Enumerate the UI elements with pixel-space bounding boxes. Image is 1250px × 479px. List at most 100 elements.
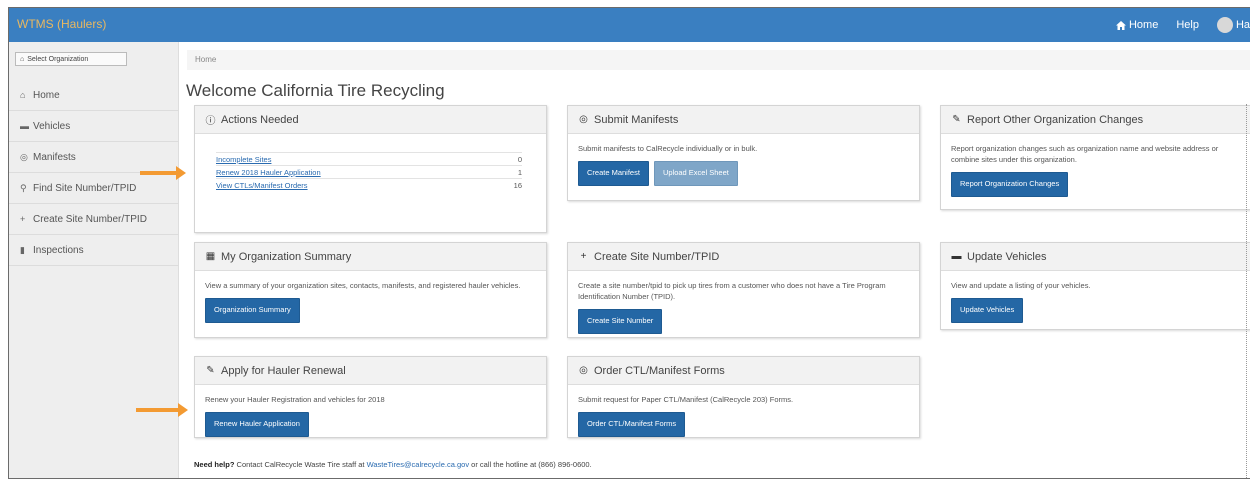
pencil-icon: ✎: [952, 114, 961, 125]
panel-title: Report Other Organization Changes: [967, 113, 1144, 126]
nav-home-label: Home: [1128, 19, 1159, 31]
panel-body: Incomplete Sites 0 Renew 2018 Hauler App…: [195, 134, 546, 191]
page-title: Welcome California Tire Recycling: [186, 81, 445, 100]
organization-summary-panel: ▦ My Organization Summary View a summary…: [194, 242, 547, 338]
manifest-icon: ◎: [579, 365, 588, 376]
panel-header: ◎ Order CTL/Manifest Forms: [568, 357, 919, 385]
browser-frame: WTMS (Haulers) Home Help Ha ⌂ Select Org…: [8, 7, 1250, 479]
user-name: Ha: [1235, 19, 1250, 31]
panel-body: Submit request for Paper CTL/Manifest (C…: [568, 385, 919, 437]
order-forms-button[interactable]: Order CTL/Manifest Forms: [578, 411, 686, 437]
panel-header: ⓘ Actions Needed: [195, 106, 546, 134]
count: 0: [517, 155, 522, 164]
help-text-1: Contact CalRecycle Waste Tire staff at: [234, 460, 367, 469]
actions-needed-panel: ⓘ Actions Needed Incomplete Sites 0 Rene…: [194, 105, 547, 233]
home-icon: ⌂: [20, 89, 26, 100]
sidebar-item-label: Inspections: [33, 244, 84, 256]
sidebar-item-find-site[interactable]: ⚲ Find Site Number/TPID: [9, 173, 179, 204]
panel-title: Create Site Number/TPID: [594, 250, 720, 263]
email-link[interactable]: WasteTires@calrecycle.ca.gov: [367, 460, 470, 469]
panel-header: ✎ Apply for Hauler Renewal: [195, 357, 546, 385]
panel-title: Update Vehicles: [967, 250, 1047, 263]
truck-icon: ▬: [951, 251, 962, 262]
list-item: Incomplete Sites 0: [216, 152, 522, 165]
submit-manifests-panel: ◎ Submit Manifests Submit manifests to C…: [567, 105, 920, 201]
renew-hauler-application-link[interactable]: Renew 2018 Hauler Application: [216, 166, 321, 178]
panel-description: View a summary of your organization site…: [205, 281, 521, 290]
edit-icon: ✎: [206, 365, 215, 376]
create-site-panel: + Create Site Number/TPID Create a site …: [567, 242, 920, 338]
update-vehicles-button[interactable]: Update Vehicles: [951, 297, 1024, 323]
clipboard-icon: ▮: [20, 244, 25, 255]
breadcrumb: Home: [187, 50, 1250, 70]
sidebar-item-inspections[interactable]: ▮ Inspections: [9, 235, 179, 266]
user-menu[interactable]: Ha: [1216, 17, 1250, 33]
home-icon: [1115, 20, 1126, 30]
building-icon: ▦: [205, 251, 216, 262]
sidebar-item-label: Find Site Number/TPID: [33, 182, 137, 194]
panel-header: ◎ Submit Manifests: [568, 106, 919, 134]
panel-description: Report organization changes such as orga…: [951, 144, 1219, 164]
list-item: View CTLs/Manifest Orders 16: [216, 178, 522, 191]
panel-title: Submit Manifests: [594, 113, 679, 126]
help-lead: Need help?: [194, 460, 235, 469]
breadcrumb-home[interactable]: Home: [195, 55, 216, 64]
renew-hauler-application-button[interactable]: Renew Hauler Application: [205, 411, 309, 437]
hauler-renewal-panel: ✎ Apply for Hauler Renewal Renew your Ha…: [194, 356, 547, 438]
update-vehicles-panel: ▬ Update Vehicles View and update a list…: [940, 242, 1250, 330]
panel-body: Create a site number/tpid to pick up tir…: [568, 271, 919, 334]
incomplete-sites-link[interactable]: Incomplete Sites: [216, 153, 271, 165]
building-icon: ⌂: [20, 55, 25, 63]
panel-description: Submit request for Paper CTL/Manifest (C…: [578, 395, 794, 404]
map-marker-icon: ⚲: [20, 182, 27, 193]
create-site-number-button[interactable]: Create Site Number: [578, 308, 663, 334]
annotation-arrow: [136, 403, 188, 417]
view-ctl-orders-link[interactable]: View CTLs/Manifest Orders: [216, 179, 308, 191]
sidebar-item-home[interactable]: ⌂ Home: [9, 80, 179, 111]
panel-description: View and update a listing of your vehicl…: [951, 281, 1091, 290]
count: 16: [513, 181, 522, 190]
panel-body: View and update a listing of your vehicl…: [941, 271, 1250, 323]
select-organization-button[interactable]: ⌂ Select Organization: [15, 52, 127, 66]
top-nav-links: Home Help Ha: [1115, 8, 1250, 42]
info-icon: ⓘ: [205, 116, 216, 127]
sidebar-item-label: Home: [33, 89, 60, 101]
panel-header: ✎ Report Other Organization Changes: [941, 106, 1250, 134]
truck-icon: ▬: [20, 120, 29, 131]
panel-description: Submit manifests to CalRecycle individua…: [578, 144, 758, 153]
sidebar-item-manifests[interactable]: ◎ Manifests: [9, 142, 179, 173]
nav-home-link[interactable]: Home: [1115, 19, 1159, 31]
panel-title: Apply for Hauler Renewal: [221, 364, 346, 377]
panel-body: Submit manifests to CalRecycle individua…: [568, 134, 919, 186]
manifest-icon: ◎: [20, 151, 28, 162]
report-changes-panel: ✎ Report Other Organization Changes Repo…: [940, 105, 1250, 210]
nav-help-link[interactable]: Help: [1176, 19, 1199, 31]
sidebar-item-create-site[interactable]: + Create Site Number/TPID: [9, 204, 179, 235]
panel-body: View a summary of your organization site…: [195, 271, 546, 323]
sidebar-item-label: Manifests: [33, 151, 76, 163]
panel-header: + Create Site Number/TPID: [568, 243, 919, 271]
panel-description: Create a site number/tpid to pick up tir…: [578, 281, 886, 301]
list-item: Renew 2018 Hauler Application 1: [216, 165, 522, 178]
create-manifest-button[interactable]: Create Manifest: [578, 160, 649, 186]
panel-title: Order CTL/Manifest Forms: [594, 364, 725, 377]
sidebar-item-vehicles[interactable]: ▬ Vehicles: [9, 111, 179, 142]
scroll-edge: [1246, 104, 1250, 478]
report-changes-button[interactable]: Report Organization Changes: [951, 171, 1069, 197]
plus-icon: +: [580, 251, 587, 262]
count: 1: [517, 168, 522, 177]
avatar: [1216, 17, 1233, 33]
panel-header: ▦ My Organization Summary: [195, 243, 546, 271]
panel-title: My Organization Summary: [221, 250, 352, 263]
upload-excel-button[interactable]: Upload Excel Sheet: [653, 160, 738, 186]
app-title[interactable]: WTMS (Haulers): [17, 17, 106, 31]
panel-header: ▬ Update Vehicles: [941, 243, 1250, 271]
sidebar-item-label: Vehicles: [33, 120, 71, 132]
organization-summary-button[interactable]: Organization Summary: [205, 297, 300, 323]
main-content: Home Welcome California Tire Recycling ⓘ…: [179, 42, 1250, 478]
panel-body: Report organization changes such as orga…: [941, 134, 1250, 197]
panel-body: Renew your Hauler Registration and vehic…: [195, 385, 546, 437]
sidebar: ⌂ Select Organization ⌂ Home ▬ Vehicles …: [9, 42, 179, 478]
annotation-arrow: [140, 166, 186, 180]
panel-title: Actions Needed: [221, 113, 299, 126]
